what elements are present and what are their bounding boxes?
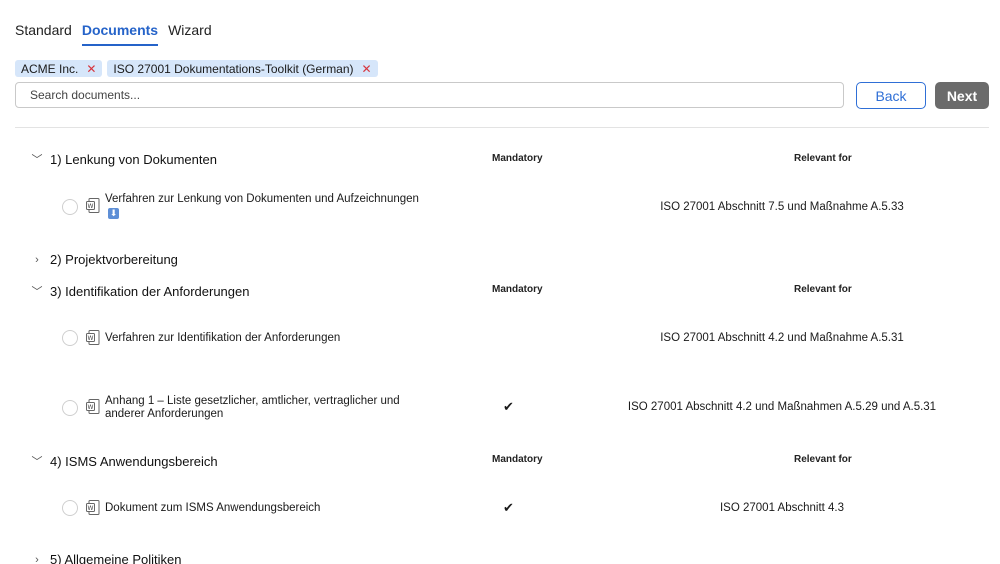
tab-wizard[interactable]: Wizard xyxy=(168,20,212,46)
remove-filter-icon[interactable]: ✕ xyxy=(362,62,372,76)
filter-chip-toolkit: ISO 27001 Dokumentations-Toolkit (German… xyxy=(107,60,378,77)
word-document-icon: W xyxy=(86,500,100,515)
tab-documents[interactable]: Documents xyxy=(81,20,159,46)
remove-filter-icon[interactable]: ✕ xyxy=(86,62,96,76)
select-radio[interactable] xyxy=(62,400,78,416)
filter-chip-company: ACME Inc. ✕ xyxy=(15,60,103,77)
section-title: 4) ISMS Anwendungsbereich xyxy=(50,453,218,469)
section-header[interactable]: ﹀ 1) Lenkung von Dokumenten xyxy=(30,151,217,167)
relevant-for: ISO 27001 Abschnitt 4.2 und Maßnahmen A.… xyxy=(627,401,937,413)
word-document-icon: W xyxy=(86,399,100,414)
section-title: 5) Allgemeine Politiken xyxy=(50,552,182,564)
column-header-relevant: Relevant for xyxy=(794,284,852,295)
svg-text:W: W xyxy=(88,203,94,210)
column-header-relevant: Relevant for xyxy=(794,153,852,164)
column-header-mandatory: Mandatory xyxy=(492,284,543,295)
document-title[interactable]: Verfahren zur Lenkung von Dokumenten und… xyxy=(105,193,425,219)
column-header-relevant: Relevant for xyxy=(794,454,852,465)
section-title: 3) Identifikation der Anforderungen xyxy=(50,283,250,299)
chevron-down-icon[interactable]: ﹀ xyxy=(30,283,44,299)
relevant-for: ISO 27001 Abschnitt 4.3 xyxy=(719,502,845,514)
select-radio[interactable] xyxy=(62,330,78,346)
section-header[interactable]: › 5) Allgemeine Politiken xyxy=(30,552,182,564)
relevant-for: ISO 27001 Abschnitt 7.5 und Maßnahme A.5… xyxy=(660,201,904,213)
back-button[interactable]: Back xyxy=(856,82,926,109)
document-title[interactable]: Anhang 1 – Liste gesetzlicher, amtlicher… xyxy=(105,395,425,421)
select-radio[interactable] xyxy=(62,500,78,516)
filter-chips: ACME Inc. ✕ ISO 27001 Dokumentations-Too… xyxy=(15,60,378,77)
document-title[interactable]: Verfahren zur Identifikation der Anforde… xyxy=(105,332,425,345)
chevron-down-icon[interactable]: ﹀ xyxy=(30,151,44,167)
svg-text:W: W xyxy=(88,404,94,411)
column-header-mandatory: Mandatory xyxy=(492,153,543,164)
chevron-right-icon[interactable]: › xyxy=(30,254,44,266)
section-header[interactable]: › 2) Projektvorbereitung xyxy=(30,252,178,267)
next-button[interactable]: Next xyxy=(935,82,989,109)
search-input[interactable] xyxy=(15,82,844,108)
relevant-for: ISO 27001 Abschnitt 4.2 und Maßnahme A.5… xyxy=(660,332,904,344)
download-icon[interactable]: ⬇ xyxy=(108,208,119,219)
filter-chip-label: ACME Inc. xyxy=(21,61,79,76)
svg-text:W: W xyxy=(88,505,94,512)
section-header[interactable]: ﹀ 3) Identifikation der Anforderungen xyxy=(30,283,250,299)
divider xyxy=(15,127,989,128)
word-document-icon: W xyxy=(86,330,100,345)
select-radio[interactable] xyxy=(62,199,78,215)
column-header-mandatory: Mandatory xyxy=(492,454,543,465)
section-title: 1) Lenkung von Dokumenten xyxy=(50,151,217,167)
section-title: 2) Projektvorbereitung xyxy=(50,252,178,267)
chevron-right-icon[interactable]: › xyxy=(30,554,44,564)
tab-standard[interactable]: Standard xyxy=(15,20,72,46)
section-header[interactable]: ﹀ 4) ISMS Anwendungsbereich xyxy=(30,453,218,469)
chevron-down-icon[interactable]: ﹀ xyxy=(30,453,44,469)
tab-bar: Standard Documents Wizard xyxy=(15,20,212,46)
document-title[interactable]: Dokument zum ISMS Anwendungsbereich xyxy=(105,502,425,515)
word-document-icon: W xyxy=(86,198,100,213)
filter-chip-label: ISO 27001 Dokumentations-Toolkit (German… xyxy=(113,61,354,76)
document-title-text: Verfahren zur Lenkung von Dokumenten und… xyxy=(105,193,419,205)
svg-text:W: W xyxy=(88,335,94,342)
